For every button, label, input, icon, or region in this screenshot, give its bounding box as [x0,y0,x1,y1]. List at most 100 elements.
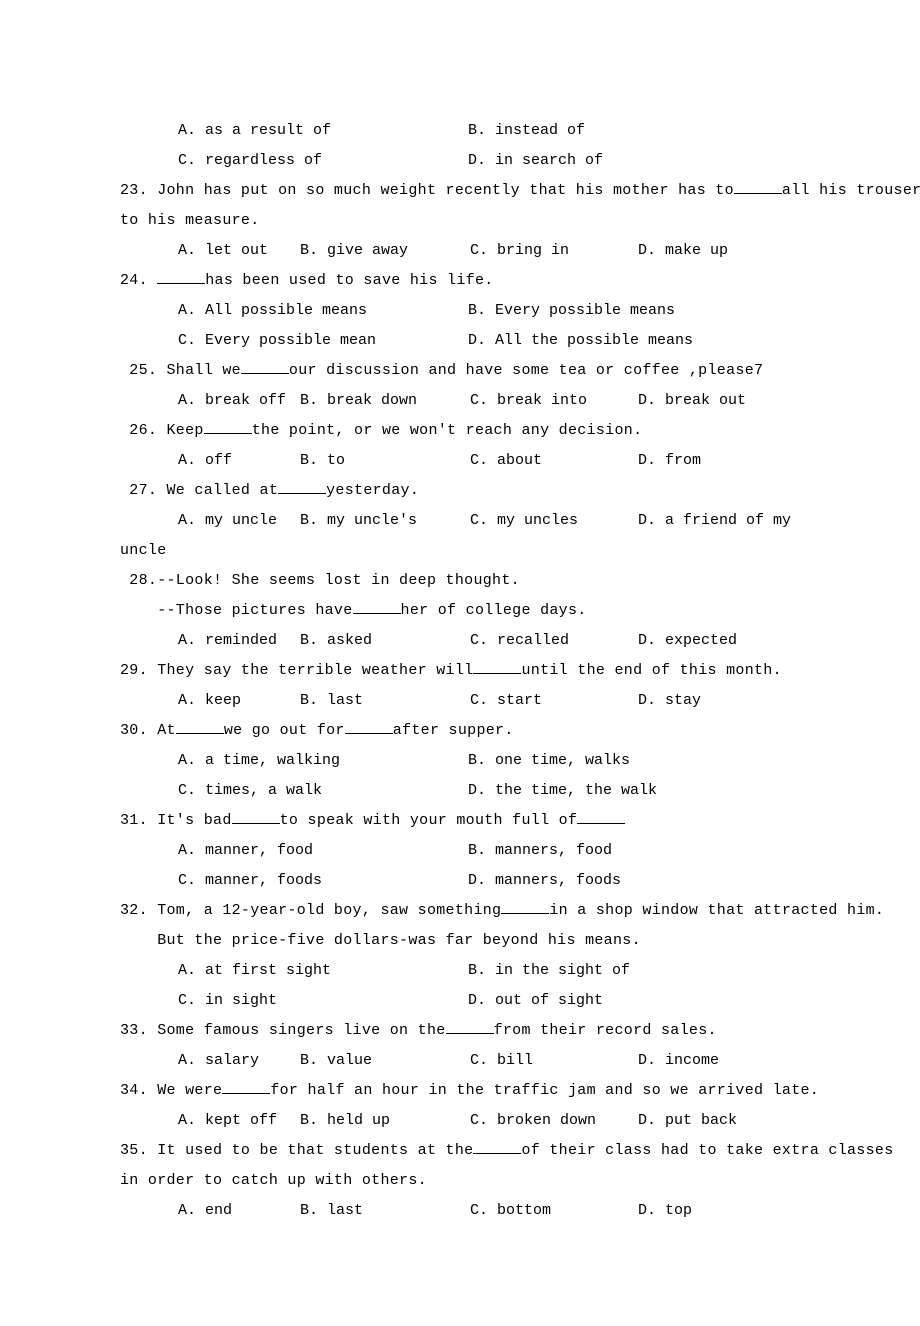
q29-option-d: D. stay [638,686,701,716]
q35-option-d: D. top [638,1196,692,1226]
q32-stem-b: in a shop window that attracted him. [549,902,884,919]
q24-option-b: B. Every possible means [468,296,675,326]
q32-stem2: But the price-five dollars-was far beyon… [120,926,810,956]
q24-stem-b: has been used to save his life. [205,272,493,289]
q24-stem-a: 24. [120,272,157,289]
blank [232,808,280,824]
q33-option-b: B. value [300,1046,470,1076]
blank [473,658,521,674]
q31-options-row2: C. manner, foods D. manners, foods [120,866,810,896]
q33-options: A. salary B. value C. bill D. income [120,1046,810,1076]
q24-options-row1: A. All possible means B. Every possible … [120,296,810,326]
blank [734,178,782,194]
q30-option-a: A. a time, walking [178,746,468,776]
q28-stem2b: her of college days. [401,602,587,619]
q34-stem-b: for half an hour in the traffic jam and … [270,1082,819,1099]
q35-stem2: in order to catch up with others. [120,1166,810,1196]
q32-options-row1: A. at first sight B. in the sight of [120,956,810,986]
q33-stem-a: 33. Some famous singers live on the [120,1022,446,1039]
q23-stem-line1: 23. John has put on so much weight recen… [120,176,810,206]
q29-stem: 29. They say the terrible weather will un… [120,656,810,686]
q28-option-a: A. reminded [178,626,300,656]
q24-option-a: A. All possible means [178,296,468,326]
q32-option-a: A. at first sight [178,956,468,986]
q29-stem-b: until the end of this month. [521,662,781,679]
q27-option-c: C. my uncles [470,506,638,536]
q29-option-c: C. start [470,686,638,716]
q27-option-a: A. my uncle [178,506,300,536]
q26-stem-a: 26. Keep [120,422,204,439]
q27-option-b: B. my uncle's [300,506,470,536]
q23-options: A. let out B. give away C. bring in D. m… [120,236,810,266]
q22-option-d: D. in search of [468,146,603,176]
q23-stem-a: 23. John has put on so much weight recen… [120,182,734,199]
q28-options: A. reminded B. asked C. recalled D. expe… [120,626,810,656]
q27-tail: uncle [120,536,810,566]
q22-option-a: A. as a result of [178,116,468,146]
q24-option-c: C. Every possible mean [178,326,468,356]
q27-stem: 27. We called at yesterday. [120,476,810,506]
q31-stem-a: 31. It's bad [120,812,232,829]
q35-options: A. end B. last C. bottom D. top [120,1196,810,1226]
q26-stem-b: the point, or we won't reach any decisio… [252,422,643,439]
q23-stem-line2: to his measure. [120,206,810,236]
q34-options: A. kept off B. held up C. broken down D.… [120,1106,810,1136]
blank [577,808,625,824]
q27-stem-a: 27. We called at [120,482,278,499]
q30-option-b: B. one time, walks [468,746,630,776]
q28-option-c: C. recalled [470,626,638,656]
blank [473,1138,521,1154]
q25-stem-a: 25. Shall we [120,362,241,379]
q33-stem-b: from their record sales. [494,1022,717,1039]
q31-option-b: B. manners, food [468,836,612,866]
q28-option-d: D. expected [638,626,737,656]
q25-stem: 25. Shall we our discussion and have some… [120,356,810,386]
q34-stem-a: 34. We were [120,1082,222,1099]
q33-option-c: C. bill [470,1046,638,1076]
q32-stem1: 32. Tom, a 12-year-old boy, saw somethin… [120,896,810,926]
q26-option-c: C. about [470,446,638,476]
q26-option-a: A. off [178,446,300,476]
blank [241,358,289,374]
q24-option-d: D. All the possible means [468,326,693,356]
q31-option-a: A. manner, food [178,836,468,866]
blank [204,418,252,434]
q30-stem-c: after supper. [393,722,514,739]
q23-option-c: C. bring in [470,236,638,266]
q27-stem-b: yesterday. [326,482,419,499]
q35-stem-b: of their class had to take extra classes [521,1142,893,1159]
q25-options: A. break off B. break down C. break into… [120,386,810,416]
q34-option-c: C. broken down [470,1106,638,1136]
q23-option-b: B. give away [300,236,470,266]
q35-stem1: 35. It used to be that students at theof… [120,1136,810,1166]
q26-options: A. off B. to C. about D. from [120,446,810,476]
q32-stem-a: 32. Tom, a 12-year-old boy, saw somethin… [120,902,501,919]
q26-option-b: B. to [300,446,470,476]
q25-option-d: D. break out [638,386,746,416]
q32-option-d: D. out of sight [468,986,603,1016]
q22-options-row2: C. regardless of D. in search of [120,146,810,176]
q29-stem-a: 29. They say the terrible weather will [120,662,473,679]
q34-option-d: D. put back [638,1106,737,1136]
q30-stem-b: we go out for [224,722,345,739]
q26-stem: 26. Keep the point, or we won't reach any… [120,416,810,446]
q31-stem: 31. It's badto speak with your mouth ful… [120,806,810,836]
q32-options-row2: C. in sight D. out of sight [120,986,810,1016]
q22-option-b: B. instead of [468,116,585,146]
blank [446,1018,494,1034]
q25-stem-b: our discussion and have some tea or coff… [289,362,763,379]
q28-stem2: --Those pictures haveher of college days… [120,596,810,626]
q24-options-row2: C. Every possible mean D. All the possib… [120,326,810,356]
q30-stem: 30. Atwe go out forafter supper. [120,716,810,746]
q31-options-row1: A. manner, food B. manners, food [120,836,810,866]
q34-stem: 34. We werefor half an hour in the traff… [120,1076,810,1106]
q35-option-a: A. end [178,1196,300,1226]
q28-option-b: B. asked [300,626,470,656]
q22-option-c: C. regardless of [178,146,468,176]
q35-option-c: C. bottom [470,1196,638,1226]
q22-options-row1: A. as a result of B. instead of [120,116,810,146]
q30-options-row1: A. a time, walking B. one time, walks [120,746,810,776]
blank [157,268,205,284]
q23-stem-b: all his trousers [782,182,920,199]
q35-stem-a: 35. It used to be that students at the [120,1142,473,1159]
